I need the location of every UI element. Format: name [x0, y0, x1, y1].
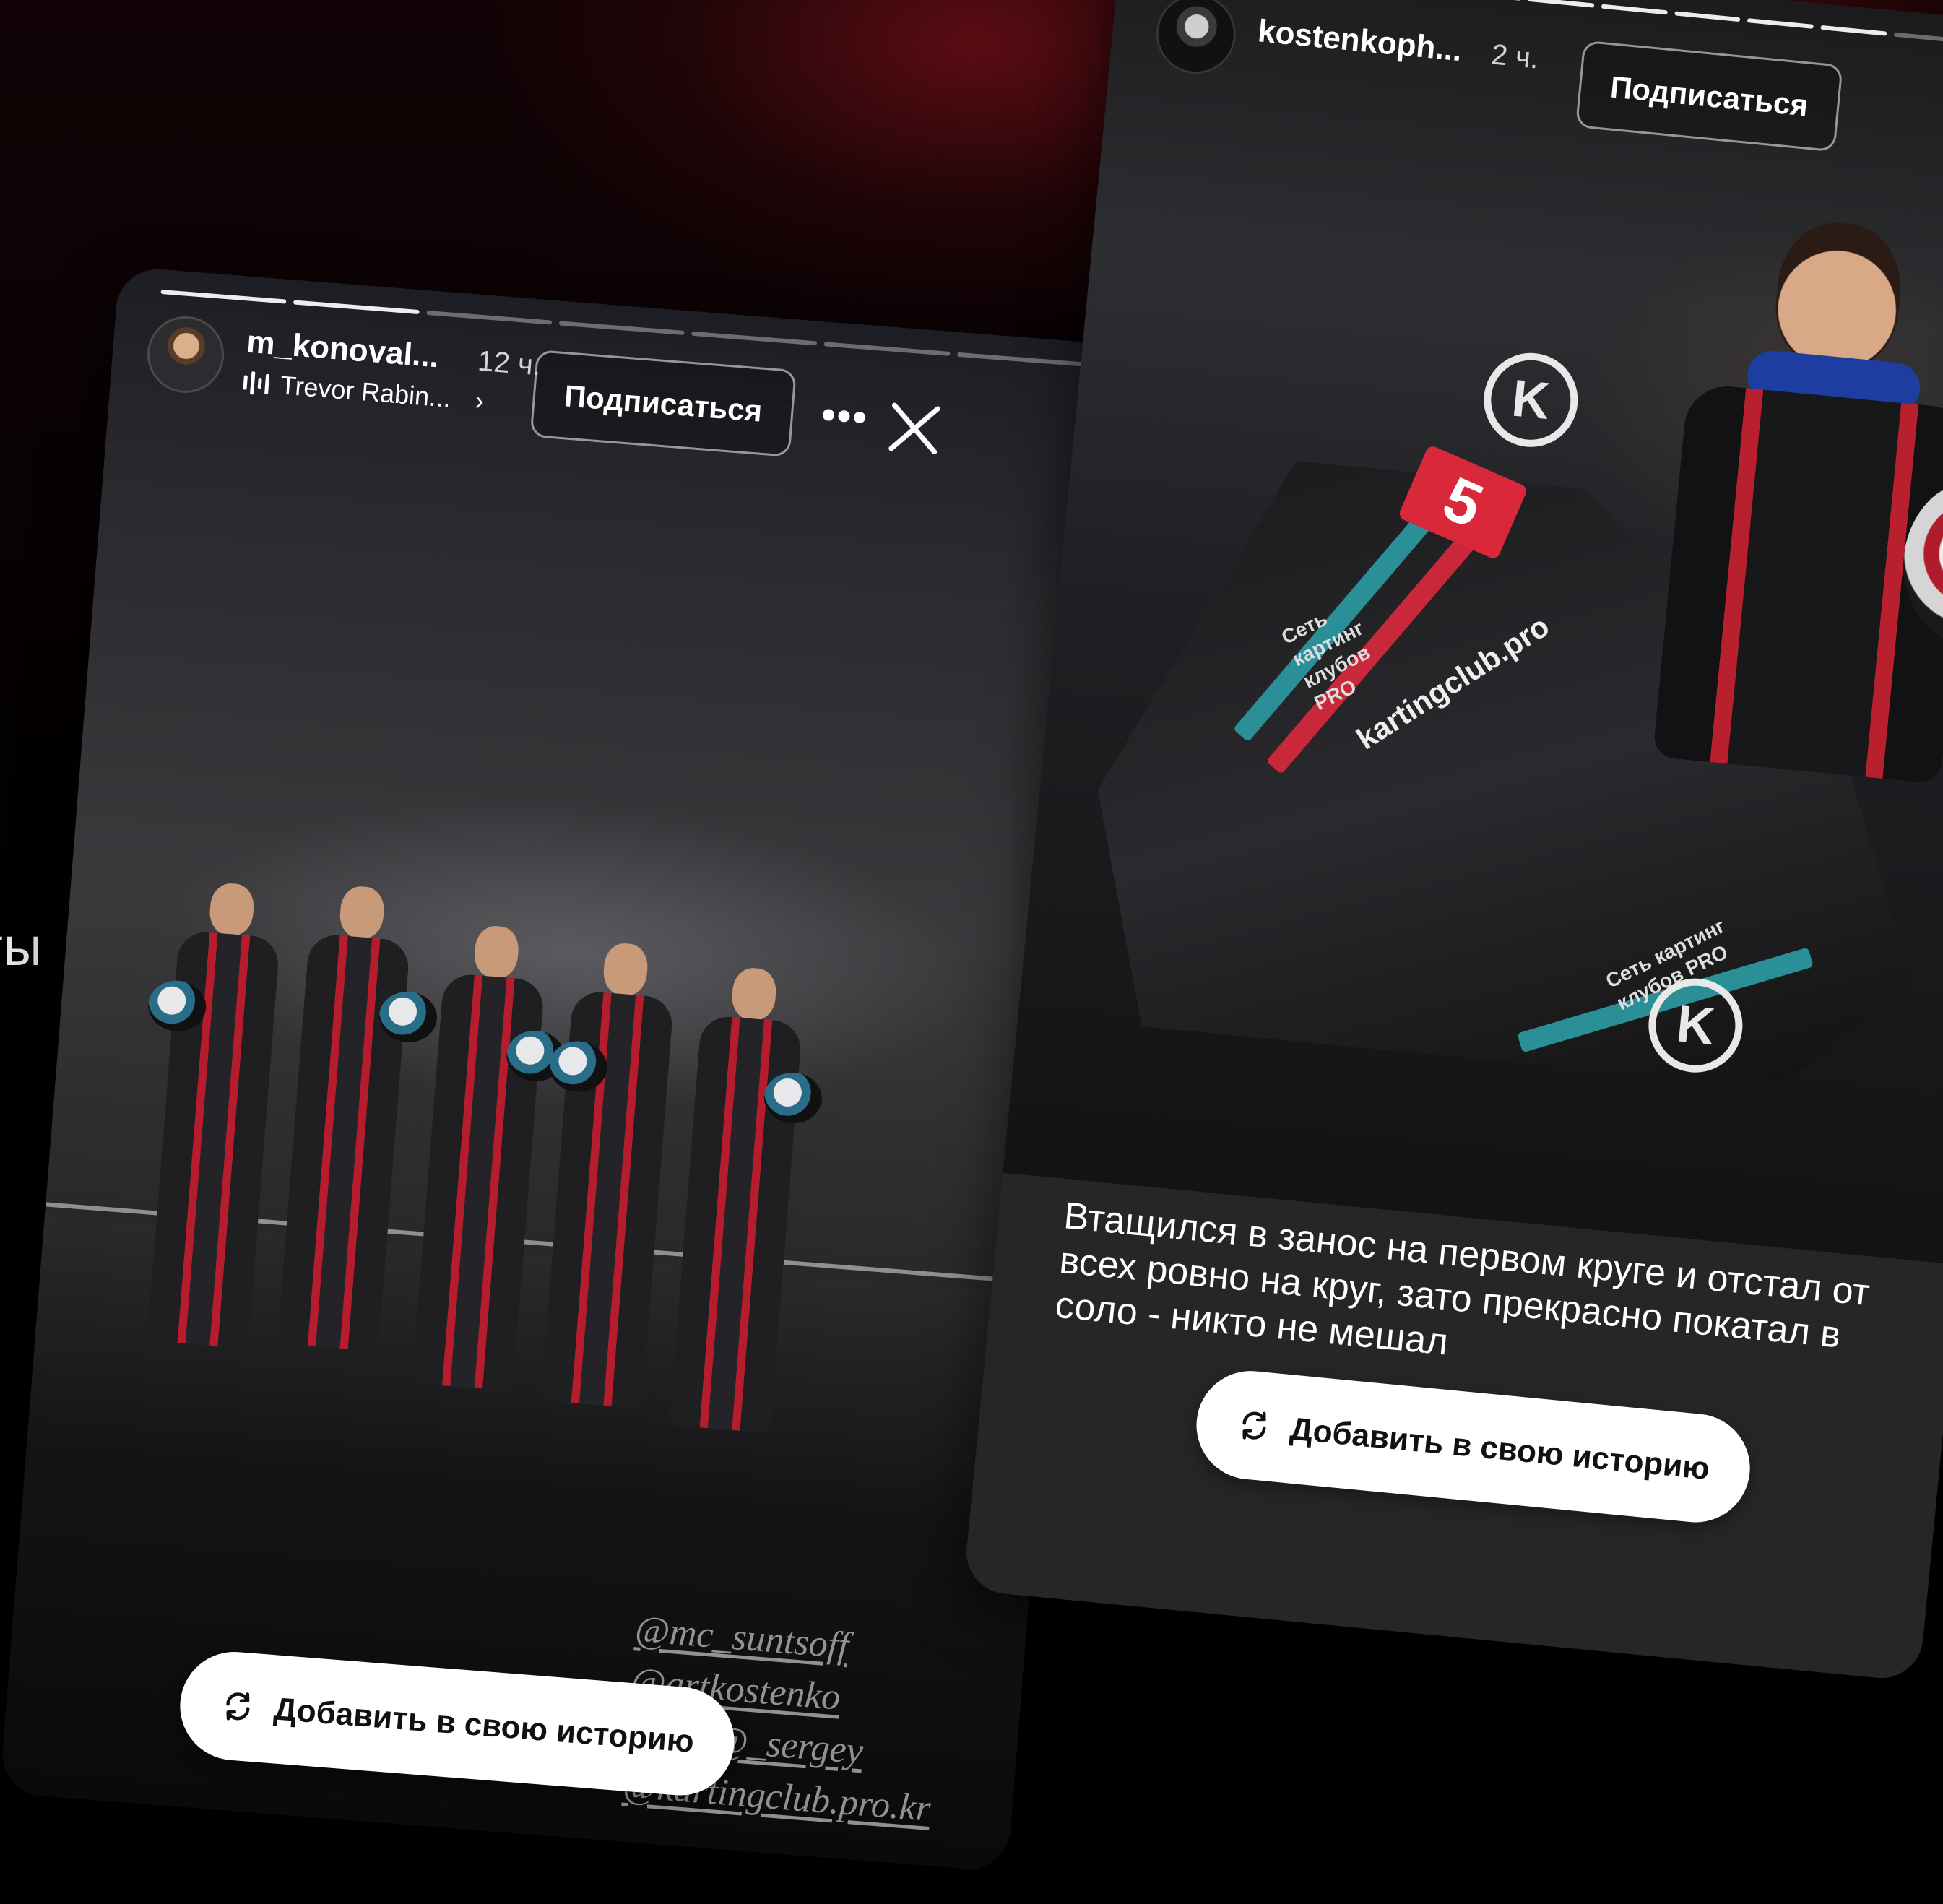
add-to-story-label: Добавить в свою историю: [1288, 1411, 1712, 1487]
story-card-right[interactable]: 5 K K kartingclub.pro Сеть картинг клубо…: [962, 0, 1943, 1682]
screen: ты m_konoval... 12 ч.: [0, 0, 1943, 1904]
more-options-icon[interactable]: •••: [820, 390, 870, 441]
story-card-left[interactable]: m_konoval... 12 ч. Trevor Rabin... › Под…: [0, 266, 1128, 1872]
repost-icon: [226, 1692, 250, 1721]
close-icon[interactable]: [883, 397, 945, 459]
story-photo-karting-team: [0, 266, 1128, 1872]
partial-heading-text: ты: [0, 917, 43, 977]
story-time: 2 ч.: [1489, 38, 1541, 75]
driver: [1638, 209, 1943, 784]
add-to-story-label: Добавить в свою историю: [272, 1691, 696, 1760]
story-time: 12 ч.: [476, 345, 542, 382]
music-bars-icon: [243, 371, 270, 396]
kart-logo: K: [1479, 348, 1583, 451]
story-photo-kart-driver: 5 K K kartingclub.pro Сеть картинг клубо…: [1003, 0, 1943, 1265]
add-to-story-button[interactable]: Добавить в свою историю: [1191, 1366, 1755, 1528]
repost-icon: [1242, 1411, 1266, 1440]
